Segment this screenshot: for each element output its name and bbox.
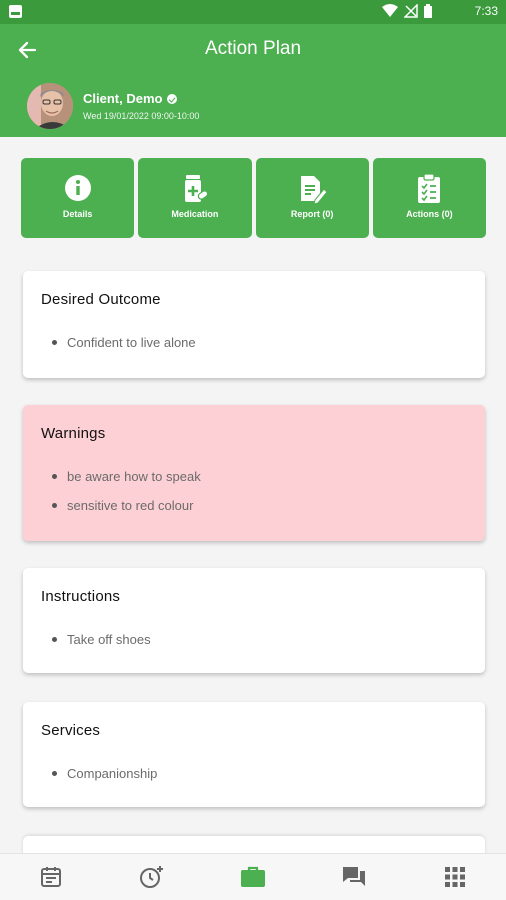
medication-tile[interactable]: Medication bbox=[138, 158, 252, 238]
verified-icon bbox=[167, 94, 178, 104]
report-icon bbox=[301, 176, 328, 204]
warnings-list: be aware how to speak sensitive to red c… bbox=[52, 469, 201, 527]
bottom-nav bbox=[0, 853, 506, 900]
grid-icon bbox=[445, 867, 466, 887]
chat-icon bbox=[343, 867, 366, 886]
actions-tile[interactable]: Actions (0) bbox=[372, 158, 486, 238]
warnings-card: Warnings be aware how to speak sensitive… bbox=[23, 405, 485, 541]
instructions-list: Take off shoes bbox=[52, 632, 151, 661]
page-title: Action Plan bbox=[204, 38, 302, 59]
client-name: Client, Demo bbox=[83, 91, 178, 106]
photo-icon bbox=[9, 5, 22, 18]
desired-outcome-title: Desired Outcome bbox=[41, 291, 161, 308]
actions-label: Actions (0) bbox=[406, 209, 453, 219]
nav-briefcase[interactable] bbox=[223, 857, 283, 897]
info-icon bbox=[64, 175, 91, 201]
services-list: Companionship bbox=[52, 766, 157, 795]
status-bar: 7:33 bbox=[0, 0, 506, 24]
list-item: be aware how to speak bbox=[52, 469, 201, 498]
status-time: 7:33 bbox=[474, 4, 498, 18]
medication-label: Medication bbox=[171, 209, 219, 219]
details-tile[interactable]: Details bbox=[21, 158, 135, 238]
nav-grid[interactable] bbox=[425, 857, 485, 897]
list-item: Take off shoes bbox=[52, 632, 151, 661]
nav-calendar[interactable] bbox=[21, 857, 81, 897]
nav-chat[interactable] bbox=[324, 857, 384, 897]
status-icons bbox=[382, 4, 432, 18]
list-item: sensitive to red colour bbox=[52, 498, 201, 527]
avatar-image bbox=[27, 83, 73, 129]
battery-icon bbox=[424, 4, 432, 18]
appointment-datetime: Wed 19/01/2022 09:00-10:00 bbox=[83, 111, 200, 121]
services-title: Services bbox=[41, 722, 101, 739]
client-name-text: Client, Demo bbox=[83, 91, 163, 106]
avatar[interactable] bbox=[27, 83, 73, 129]
wifi-icon bbox=[382, 4, 398, 17]
list-item: Confident to live alone bbox=[52, 335, 196, 364]
instructions-title: Instructions bbox=[41, 588, 121, 605]
desired-outcome-card: Desired Outcome Confident to live alone bbox=[23, 271, 485, 378]
nav-clock-add[interactable] bbox=[122, 857, 182, 897]
clipboard-check-icon bbox=[418, 174, 441, 203]
medication-icon bbox=[184, 175, 209, 202]
no-signal-icon bbox=[404, 4, 418, 18]
app-bar: Action Plan Client, Demo Wed 19/01/2022 … bbox=[0, 24, 506, 137]
action-tiles: Details Medication Report (0) Actions (0… bbox=[21, 158, 486, 238]
clock-add-icon bbox=[139, 866, 163, 888]
warnings-title: Warnings bbox=[41, 425, 106, 442]
calendar-icon bbox=[40, 867, 61, 887]
services-card: Services Companionship bbox=[23, 702, 485, 807]
briefcase-icon bbox=[240, 866, 265, 887]
desired-outcome-list: Confident to live alone bbox=[52, 335, 196, 364]
report-tile[interactable]: Report (0) bbox=[255, 158, 369, 238]
list-item: Companionship bbox=[52, 766, 157, 795]
report-label: Report (0) bbox=[290, 209, 334, 219]
instructions-card: Instructions Take off shoes bbox=[23, 568, 485, 673]
details-label: Details bbox=[62, 209, 93, 219]
